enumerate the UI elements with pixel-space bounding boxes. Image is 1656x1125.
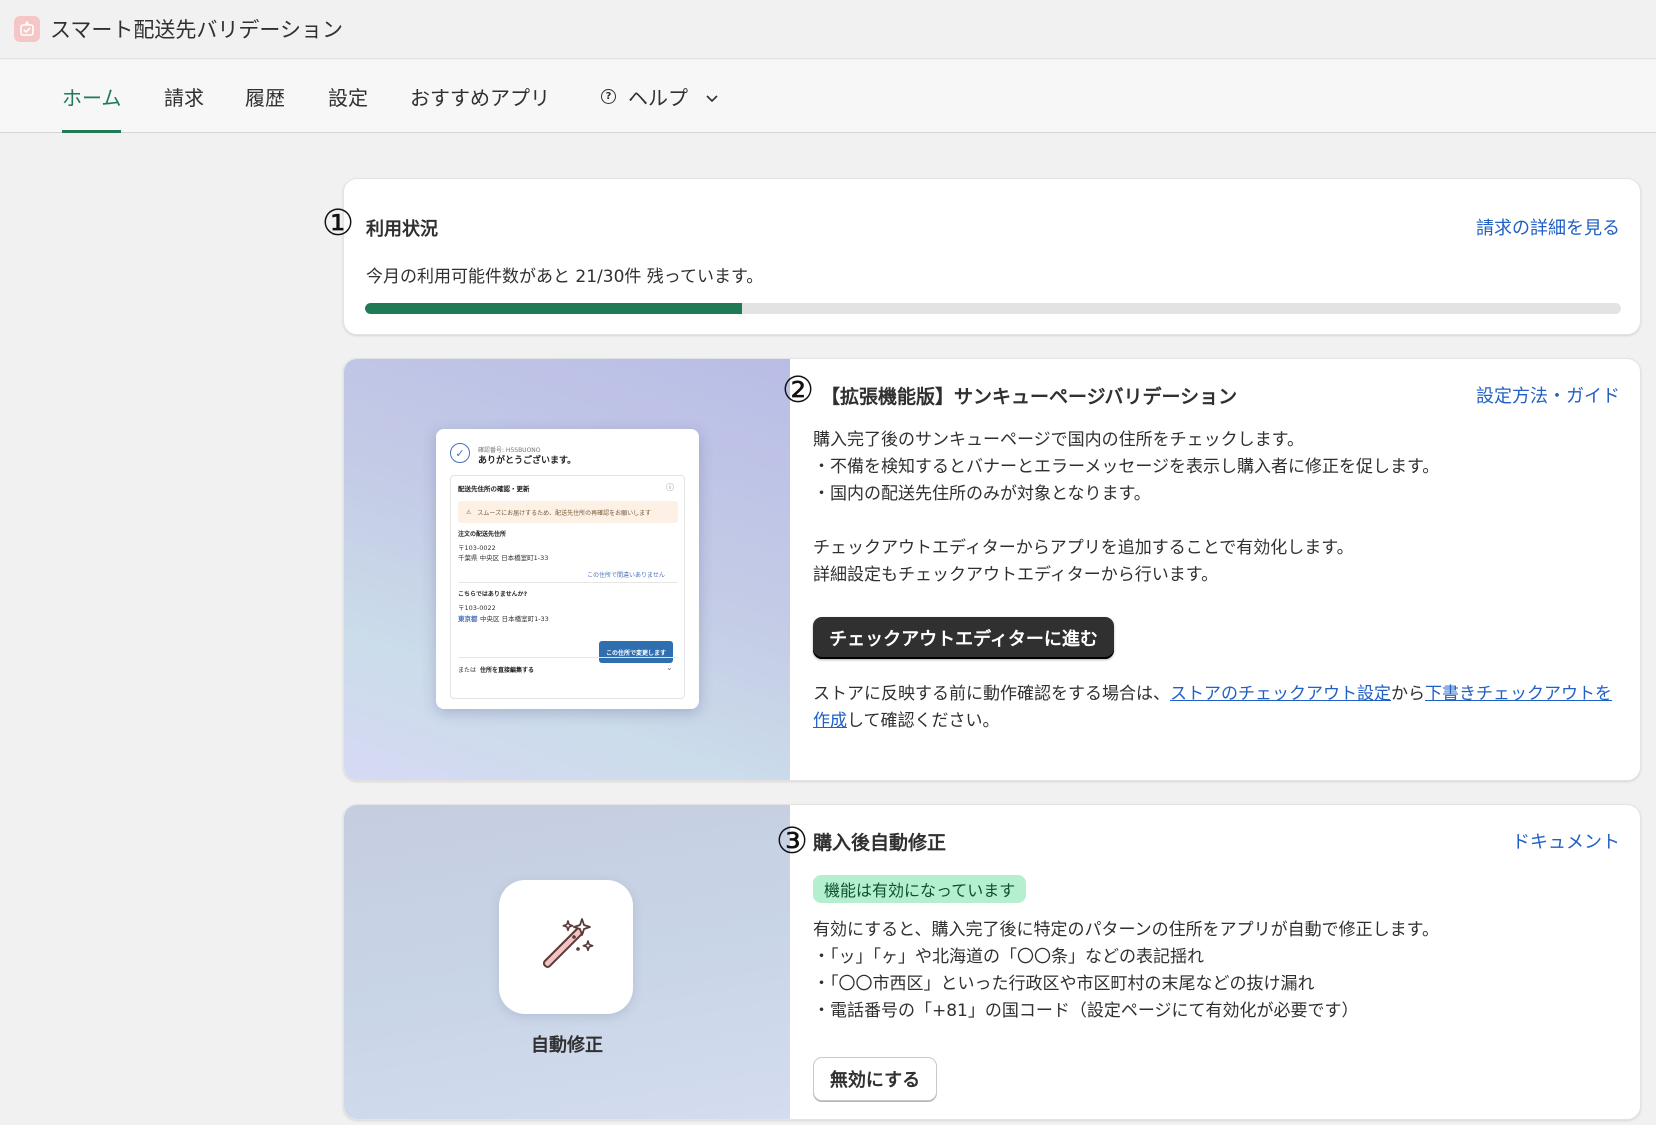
tab-settings-label: 設定 <box>328 86 368 110</box>
tab-billing[interactable]: 請求 <box>164 60 204 133</box>
app-title: スマート配送先バリデーション <box>50 18 343 42</box>
preview-warning-text: スムーズにお届けするため、配送先住所の再確認をお願いします <box>477 509 652 517</box>
step-badge-3: ③ <box>775 821 809 862</box>
preview-addr-zip: 〒103-0022 <box>458 544 496 552</box>
tab-recommended-apps-label: おすすめアプリ <box>410 86 550 110</box>
main-nav: ホーム 請求 履歴 設定 おすすめアプリ ? ヘルプ <box>0 60 1656 133</box>
thankyou-preview-panel: ✓ 確認番号: H5SBUONO ありがとうございます。 配送先住所の確認・更新… <box>344 359 790 780</box>
thankyou-desc-line: チェックアウトエディターからアプリを追加することで有効化します。 <box>813 538 1354 558</box>
check-circle-icon: ✓ <box>450 443 470 463</box>
checkout-settings-link[interactable]: ストアのチェックアウト設定 <box>1170 684 1391 704</box>
preview-suggest-button: この住所で変更します <box>599 641 673 663</box>
auto-fix-tile-label: 自動修正 <box>531 1035 603 1056</box>
tab-home[interactable]: ホーム <box>62 60 122 133</box>
tab-settings[interactable]: 設定 <box>328 60 368 133</box>
tab-history[interactable]: 履歴 <box>245 60 285 133</box>
tab-home-label: ホーム <box>62 86 122 110</box>
step-badge-1: ① <box>321 203 355 244</box>
thankyou-desc: 購入完了後のサンキューページで国内の住所をチェックします。 ・不備を検知するとバ… <box>813 427 1439 589</box>
preview-addr-line: 千葉県 中央区 日本橋室町1-33 <box>458 554 549 562</box>
preview-suggest-line: 中央区 日本橋室町1-33 <box>480 615 549 623</box>
thankyou-preview-image: ✓ 確認番号: H5SBUONO ありがとうございます。 配送先住所の確認・更新… <box>436 429 699 709</box>
auto-fix-desc-line: ・「ッ」「ヶ」や北海道の「〇〇条」などの表記揺れ <box>813 947 1204 967</box>
note-text: から <box>1391 684 1425 704</box>
preview-help-icon: ⓘ <box>666 483 674 492</box>
documentation-link[interactable]: ドキュメント <box>1512 828 1620 854</box>
disable-button[interactable]: 無効にする <box>813 1057 937 1101</box>
note-text: して確認ください。 <box>847 711 1000 731</box>
preview-suggest-heading: こちらではありませんか? <box>458 591 528 598</box>
auto-fix-desc: 有効にすると、購入完了後に特定のパターンの住所をアプリが自動で修正します。 ・「… <box>813 917 1439 1025</box>
preview-section-title: 配送先住所の確認・更新 <box>458 485 530 493</box>
preview-addr-link: この住所で間違いありません <box>587 572 665 579</box>
auto-fix-illustration-panel: 自動修正 <box>344 805 790 1119</box>
app-titlebar: スマート配送先バリデーション <box>0 0 1656 59</box>
status-badge: 機能は有効になっています <box>813 875 1027 903</box>
checkout-editor-button[interactable]: チェックアウトエディターに進む <box>813 617 1114 659</box>
preview-footer-edit: 住所を直接編集する <box>480 667 535 674</box>
preview-addr-heading: 注文の配送先住所 <box>458 531 507 538</box>
preview-thanks: ありがとうございます。 <box>478 456 577 466</box>
usage-text: 今月の利用可能件数があと 21/30件 残っています。 <box>366 267 764 287</box>
setup-guide-link[interactable]: 設定方法・ガイド <box>1476 382 1620 408</box>
app-logo-icon <box>14 16 40 42</box>
usage-card: 利用状況 請求の詳細を見る 今月の利用可能件数があと 21/30件 残っています… <box>343 178 1641 335</box>
step-badge-2: ② <box>781 370 815 411</box>
help-menu[interactable]: ? ヘルプ <box>601 60 718 133</box>
tab-history-label: 履歴 <box>245 86 285 110</box>
help-label: ヘルプ <box>628 86 688 110</box>
usage-progress-bar <box>365 303 1621 314</box>
auto-fix-title: 購入後自動修正 <box>813 832 947 854</box>
preview-warning-banner: ⚠ スムーズにお届けするため、配送先住所の再確認をお願いします <box>458 501 678 523</box>
billing-details-link[interactable]: 請求の詳細を見る <box>1476 214 1620 240</box>
chevron-down-icon <box>706 91 718 107</box>
preview-footer-or: または <box>458 667 477 674</box>
preview-suggest-zip: 〒103-0022 <box>458 604 496 612</box>
thankyou-desc-line: 詳細設定もチェックアウトエディターから行います。 <box>813 565 1219 585</box>
preview-chevron-icon: ⌄ <box>666 663 673 672</box>
auto-fix-desc-line: ・「〇〇市西区」といった行政区や市区町村の末尾などの抜け漏れ <box>813 974 1315 994</box>
preview-suggest-pref: 東京都 <box>458 615 478 623</box>
warning-icon: ⚠ <box>466 508 472 516</box>
auto-fix-desc-line: ・電話番号の「+81」の国コード（設定ページにて有効化が必要です） <box>813 1001 1359 1021</box>
thankyou-note: ストアに反映する前に動作確認をする場合は、ストアのチェックアウト設定から下書きチ… <box>813 681 1623 735</box>
thankyou-validation-card: ✓ 確認番号: H5SBUONO ありがとうございます。 配送先住所の確認・更新… <box>343 358 1641 781</box>
tab-billing-label: 請求 <box>164 86 204 110</box>
thankyou-desc-line: 購入完了後のサンキューページで国内の住所をチェックします。 <box>813 430 1304 450</box>
thankyou-desc-line: ・国内の配送先住所のみが対象となります。 <box>813 484 1151 504</box>
auto-fix-card: 自動修正 購入後自動修正 ドキュメント 機能は有効になっています 有効にすると、… <box>343 804 1641 1120</box>
thankyou-title: 【拡張機能版】サンキューページバリデーション <box>821 386 1238 408</box>
preview-divider-2 <box>458 657 678 658</box>
usage-title: 利用状況 <box>366 219 438 240</box>
tab-recommended-apps[interactable]: おすすめアプリ <box>410 60 550 133</box>
usage-progress-fill <box>365 303 742 314</box>
thankyou-desc-line: ・不備を検知するとバナーとエラーメッセージを表示し購入者に修正を促します。 <box>813 457 1440 477</box>
preview-divider <box>458 582 678 583</box>
help-circle-icon: ? <box>601 89 616 104</box>
note-text: ストアに反映する前に動作確認をする場合は、 <box>813 684 1170 704</box>
magic-wand-icon <box>499 880 633 1014</box>
auto-fix-desc-line: 有効にすると、購入完了後に特定のパターンの住所をアプリが自動で修正します。 <box>813 920 1439 940</box>
